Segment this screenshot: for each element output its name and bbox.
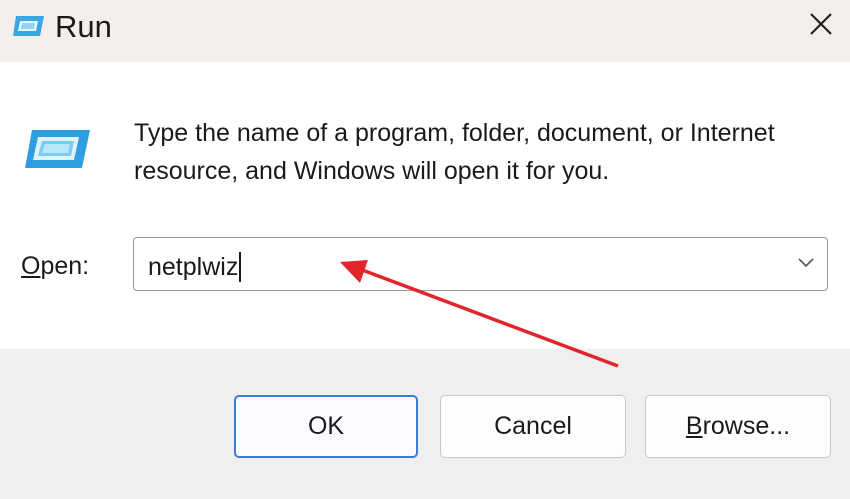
title-bar: Run bbox=[0, 0, 850, 62]
browse-button[interactable]: Browse... bbox=[645, 395, 831, 458]
window-title: Run bbox=[55, 9, 112, 44]
ok-button[interactable]: OK bbox=[234, 395, 418, 458]
close-button[interactable] bbox=[792, 0, 850, 52]
chevron-down-icon bbox=[797, 255, 815, 273]
open-label: Open: bbox=[21, 252, 90, 280]
text-caret bbox=[239, 252, 242, 282]
close-icon bbox=[809, 12, 833, 41]
run-app-icon bbox=[24, 127, 92, 171]
open-input-value: netplwiz bbox=[148, 252, 239, 281]
dropdown-button[interactable] bbox=[791, 238, 821, 290]
description-text: Type the name of a program, folder, docu… bbox=[134, 119, 775, 185]
open-input[interactable]: netplwiz bbox=[148, 252, 242, 282]
run-app-icon bbox=[12, 13, 46, 39]
open-combobox[interactable]: netplwiz bbox=[133, 237, 828, 291]
cancel-button[interactable]: Cancel bbox=[440, 395, 626, 458]
dialog-body bbox=[0, 62, 850, 349]
